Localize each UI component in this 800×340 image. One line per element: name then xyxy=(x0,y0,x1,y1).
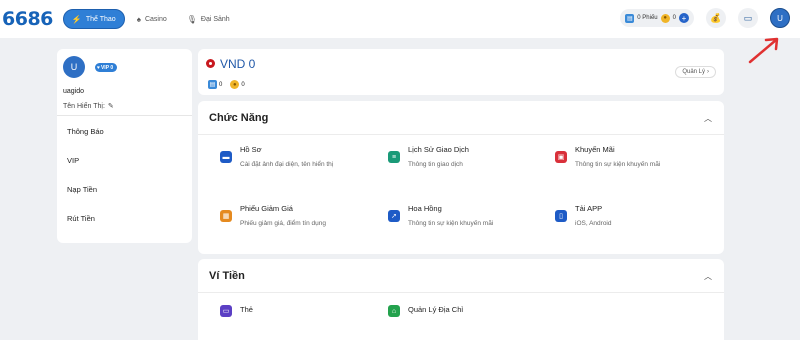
profile-card-icon: ▬ xyxy=(220,151,232,163)
feature-transaction-history[interactable]: ≡ Lịch Sử Giao Dịch Thông tin giao dịch xyxy=(388,144,469,170)
feature-desc: iOS, Android xyxy=(575,220,612,227)
feature-desc: Thông tin sự kiện khuyến mãi xyxy=(575,161,661,168)
currency-icon xyxy=(206,59,215,68)
brand-logo[interactable]: 6686 xyxy=(2,8,53,30)
feature-promotions[interactable]: ▣ Khuyến Mãi Thông tin sự kiện khuyến mã… xyxy=(555,144,660,170)
functions-card: Chức Năng ︿ ▬ Hồ Sơ Cài đặt ảnh đại diện… xyxy=(198,101,724,254)
manage-label: Quản Lý xyxy=(682,69,705,75)
heart-icon: ♥ xyxy=(97,64,100,71)
nav-casino[interactable]: ♠ Casino xyxy=(129,9,175,29)
manage-button[interactable]: Quản Lý › xyxy=(675,66,716,78)
nav-casino-label: Casino xyxy=(144,15,167,23)
coin-icon: ● xyxy=(230,80,240,89)
header-wallet[interactable]: ▤ 0 Phiếu ● 0 + xyxy=(620,9,694,27)
vip-label: VIP 0 xyxy=(100,64,114,71)
balance-tickets: ▤ 0 xyxy=(208,80,222,89)
feature-title: Phiếu Giảm Giá xyxy=(240,204,293,213)
wallet-card: Ví Tiền ︿ ▭ Thẻ ⌂ Quản Lý Địa Chỉ xyxy=(198,259,724,340)
feature-coupons[interactable]: ▦ Phiếu Giảm Giá Phiếu giảm giá, điểm tí… xyxy=(220,203,326,229)
feature-commission[interactable]: ➚ Hoa Hồng Thông tin sự kiện khuyến mãi xyxy=(388,203,493,229)
feature-desc: Thông tin giao dịch xyxy=(408,161,463,168)
chevron-up-icon[interactable]: ︿ xyxy=(704,271,712,282)
history-list-icon: ≡ xyxy=(388,151,400,163)
feature-download-app[interactable]: ▯ Tải APP iOS, Android xyxy=(555,203,612,229)
balance-tickets-value: 0 xyxy=(219,81,223,88)
chevron-up-icon[interactable]: ︿ xyxy=(704,113,712,124)
ticket-icon: ▤ xyxy=(208,80,217,89)
feature-desc: Phiếu giảm giá, điểm tín dụng xyxy=(240,220,326,227)
wallet-item-title: Quản Lý Địa Chỉ xyxy=(408,305,464,314)
balance-extras: ▤ 0 ● 0 xyxy=(208,80,245,89)
feature-title: Hồ Sơ xyxy=(240,145,262,154)
card-icon: ▭ xyxy=(220,305,232,317)
nav-lobby-label: Đại Sảnh xyxy=(200,15,230,23)
profile-sidebar: U ♥ VIP 0 uagido Tên Hiển Thị: ✎ Thông B… xyxy=(57,49,192,243)
plus-icon[interactable]: + xyxy=(679,13,689,23)
balance-amount: VND 0 xyxy=(220,57,256,71)
gift-icon: ▣ xyxy=(555,151,567,163)
feature-title: Hoa Hồng xyxy=(408,204,442,213)
display-name-row: Tên Hiển Thị: ✎ xyxy=(63,102,114,111)
coupon-icon: ▦ xyxy=(220,210,232,222)
ticket-icon: ▤ xyxy=(625,13,635,23)
share-arrow-icon: ➚ xyxy=(388,210,400,222)
feature-desc: Thông tin sự kiện khuyến mãi xyxy=(408,220,494,227)
nav-lobby[interactable]: 🎙 Đại Sảnh xyxy=(179,9,238,29)
sidebar-item-deposit[interactable]: Nạp Tiền xyxy=(67,185,104,214)
display-name-label: Tên Hiển Thị: xyxy=(63,102,105,110)
feature-title: Lịch Sử Giao Dịch xyxy=(408,145,469,154)
money-bag-button[interactable]: 💰 xyxy=(706,8,726,28)
money-bag-icon: 💰 xyxy=(710,12,722,23)
header-tools: ▤ 0 Phiếu ● 0 + 💰 ▭ U xyxy=(620,8,790,28)
phone-icon: ▯ xyxy=(555,210,567,222)
id-card-button[interactable]: ▭ xyxy=(738,8,758,28)
header-tickets: 0 Phiếu xyxy=(637,15,658,21)
microphone-icon: 🎙 xyxy=(186,14,197,24)
id-card-icon: ▭ xyxy=(743,12,753,23)
sidebar-item-vip[interactable]: VIP xyxy=(67,156,104,185)
annotation-arrow-top xyxy=(748,37,779,64)
feature-profile[interactable]: ▬ Hồ Sơ Cài đặt ảnh đại diện, tên hiển t… xyxy=(220,144,333,170)
coin-icon: ● xyxy=(660,13,670,23)
address-icon: ⌂ xyxy=(388,305,400,317)
balance-coins: ● 0 xyxy=(230,80,245,89)
feature-title: Khuyến Mãi xyxy=(575,145,615,154)
balance-coins-value: 0 xyxy=(241,81,245,88)
wallet-item-card[interactable]: ▭ Thẻ xyxy=(220,298,253,317)
user-avatar-button[interactable]: U xyxy=(770,8,790,28)
chevron-right-icon: › xyxy=(707,69,709,75)
username: uagido xyxy=(63,88,85,95)
edit-pencil-icon[interactable]: ✎ xyxy=(108,102,114,110)
feature-title: Tải APP xyxy=(575,204,603,213)
card-divider xyxy=(198,134,724,135)
wallet-title: Ví Tiền xyxy=(209,270,245,282)
balance-panel: VND 0 ▤ 0 ● 0 Quản Lý › xyxy=(198,49,724,95)
sidebar-item-withdraw[interactable]: Rút Tiền xyxy=(67,214,104,243)
spade-icon: ♠ xyxy=(136,14,141,24)
sidebar-divider xyxy=(57,115,192,116)
sidebar-menu: Thông Báo VIP Nạp Tiền Rút Tiền xyxy=(67,127,104,243)
lightning-icon: ⚡ xyxy=(71,14,82,24)
top-bar: 6686 ⚡ Thể Thao ♠ Casino 🎙 Đại Sảnh ▤ 0 … xyxy=(0,0,800,38)
wallet-item-address[interactable]: ⌂ Quản Lý Địa Chỉ xyxy=(388,298,463,317)
card-divider xyxy=(198,292,724,293)
vip-badge[interactable]: ♥ VIP 0 xyxy=(95,63,118,72)
wallet-item-title: Thẻ xyxy=(240,305,253,314)
sidebar-item-notifications[interactable]: Thông Báo xyxy=(67,127,104,156)
main-nav: ⚡ Thể Thao ♠ Casino 🎙 Đại Sảnh xyxy=(62,9,238,29)
profile-avatar[interactable]: U xyxy=(63,56,85,78)
functions-title: Chức Năng xyxy=(209,112,269,124)
nav-sports-label: Thể Thao xyxy=(85,15,116,23)
header-coins: 0 xyxy=(672,15,676,21)
feature-desc: Cài đặt ảnh đại diện, tên hiển thị xyxy=(240,161,334,168)
nav-sports[interactable]: ⚡ Thể Thao xyxy=(62,9,125,29)
